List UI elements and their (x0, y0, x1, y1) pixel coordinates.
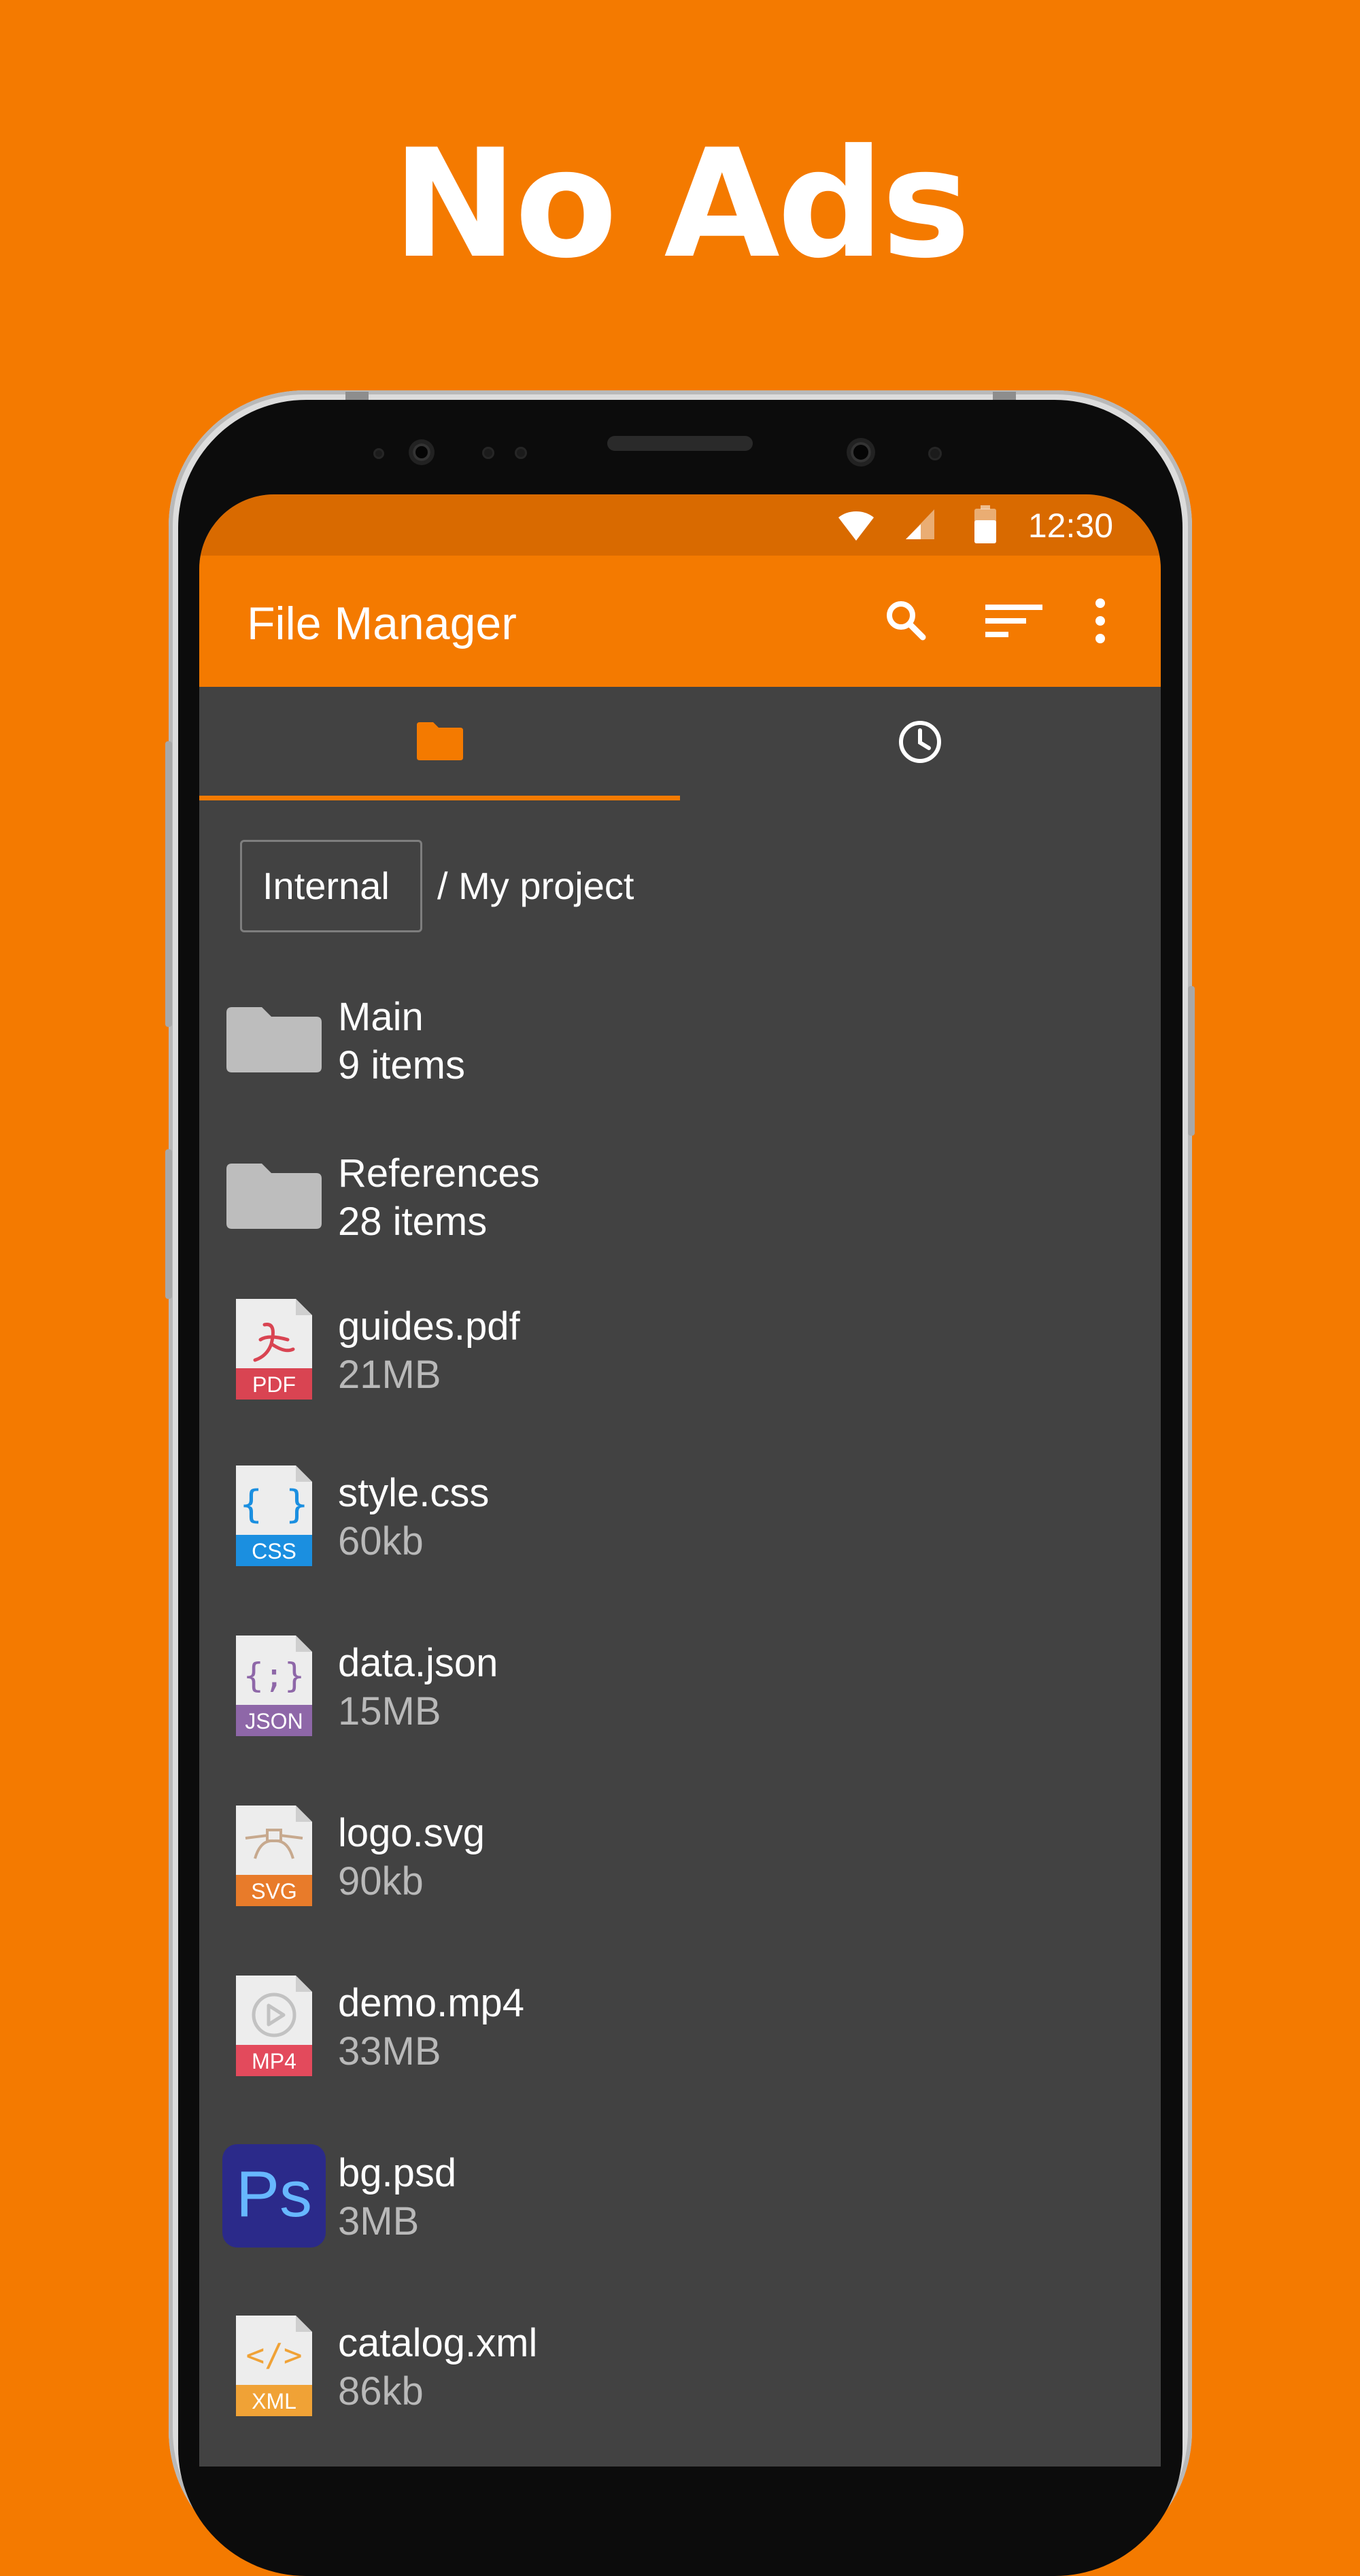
file-meta: 21MB (338, 1353, 441, 1397)
iris-scanner-lens (851, 442, 871, 462)
file-badge-label: MP4 (252, 2049, 296, 2073)
ambient-light-sensor (484, 449, 492, 457)
file-badge-label: PDF (252, 1372, 296, 1397)
status-time: 12:30 (1027, 507, 1113, 545)
more-options-icon[interactable] (1080, 594, 1121, 648)
cellular-signal-icon (906, 509, 934, 539)
file-meta: 15MB (338, 1689, 441, 1733)
search-icon[interactable] (879, 594, 934, 648)
css-file-icon: { } CSS (236, 1465, 312, 1566)
file-meta: 28 items (338, 1200, 488, 1244)
phone-side-button (165, 1149, 172, 1299)
file-name: data.json (338, 1641, 498, 1685)
svg-file-icon: SVG (236, 1806, 312, 1906)
mp4-file-icon: MP4 (236, 1976, 312, 2076)
tab-indicator (199, 796, 680, 800)
phone-screen: 12:30 File Manager Internal / My project… (199, 494, 1161, 2467)
file-list-item[interactable]: { } CSS style.css 60kb (199, 1446, 1161, 1596)
file-badge-label: Ps (236, 2158, 312, 2231)
battery-icon (974, 505, 996, 543)
sort-icon[interactable] (981, 594, 1049, 648)
tab-bar (199, 687, 1161, 801)
phone-power-button (1188, 986, 1195, 1136)
clock-icon (899, 721, 941, 763)
json-file-icon: {;} JSON (236, 1636, 312, 1736)
status-bar: 12:30 (199, 494, 1161, 556)
file-meta: 90kb (338, 1859, 424, 1903)
pdf-file-icon: PDF (236, 1299, 312, 1400)
svg-text:</>: </> (245, 2337, 302, 2373)
file-badge-label: CSS (252, 1539, 296, 1563)
file-list-item[interactable]: References 28 items (199, 1127, 1161, 1276)
folder-icon (417, 722, 463, 760)
file-meta: 86kb (338, 2369, 424, 2413)
file-list-item[interactable]: </> XML catalog.xml 86kb (199, 2297, 1161, 2446)
file-list-item[interactable]: {;} JSON data.json 15MB (199, 1616, 1161, 1766)
photoshop-file-icon: Ps (222, 2144, 326, 2248)
breadcrumb-path[interactable]: / My project (437, 840, 634, 932)
folder-icon (226, 1007, 322, 1072)
file-meta: 60kb (338, 1519, 424, 1563)
file-name: Main (338, 995, 424, 1039)
svg-text:{ }: { } (239, 1482, 308, 1527)
breadcrumb-root[interactable]: Internal (240, 840, 422, 932)
file-name: guides.pdf (338, 1304, 520, 1349)
file-list-item[interactable]: SVG logo.svg 90kb (199, 1786, 1161, 1936)
app-bar: File Manager (199, 556, 1161, 687)
iris-led (930, 449, 940, 458)
file-meta: 33MB (338, 2029, 441, 2073)
file-name: catalog.xml (338, 2321, 538, 2365)
proximity-sensor (375, 450, 382, 457)
tab-recent[interactable] (680, 687, 1161, 801)
file-meta: 9 items (338, 1043, 465, 1087)
file-name: style.css (338, 1471, 490, 1515)
folder-icon (226, 1164, 322, 1229)
earpiece-speaker (607, 436, 753, 451)
phone-side-button (165, 741, 172, 1027)
file-badge-label: JSON (245, 1709, 303, 1733)
app-title: File Manager (247, 598, 517, 649)
wifi-icon (838, 511, 874, 541)
svg-text:{;}: {;} (243, 1656, 305, 1695)
file-name: logo.svg (338, 1811, 486, 1855)
file-badge-label: XML (252, 2389, 296, 2413)
file-list-item[interactable]: Ps bg.psd 3MB (199, 2126, 1161, 2276)
file-meta: 3MB (338, 2199, 420, 2243)
file-name: demo.mp4 (338, 1981, 525, 2025)
promo-headline: No Ads (392, 117, 971, 291)
ambient-light-sensor (517, 449, 525, 457)
file-list-item[interactable]: MP4 demo.mp4 33MB (199, 1956, 1161, 2106)
file-list-item[interactable]: Main 9 items (199, 970, 1161, 1120)
file-badge-label: SVG (251, 1879, 297, 1903)
tab-files[interactable] (199, 687, 680, 801)
file-name: bg.psd (338, 2151, 457, 2195)
file-name: References (338, 1151, 540, 1196)
file-list-item[interactable]: PDF guides.pdf 21MB (199, 1280, 1161, 1429)
xml-file-icon: </> XML (236, 2316, 312, 2416)
front-camera-lens (413, 443, 430, 461)
